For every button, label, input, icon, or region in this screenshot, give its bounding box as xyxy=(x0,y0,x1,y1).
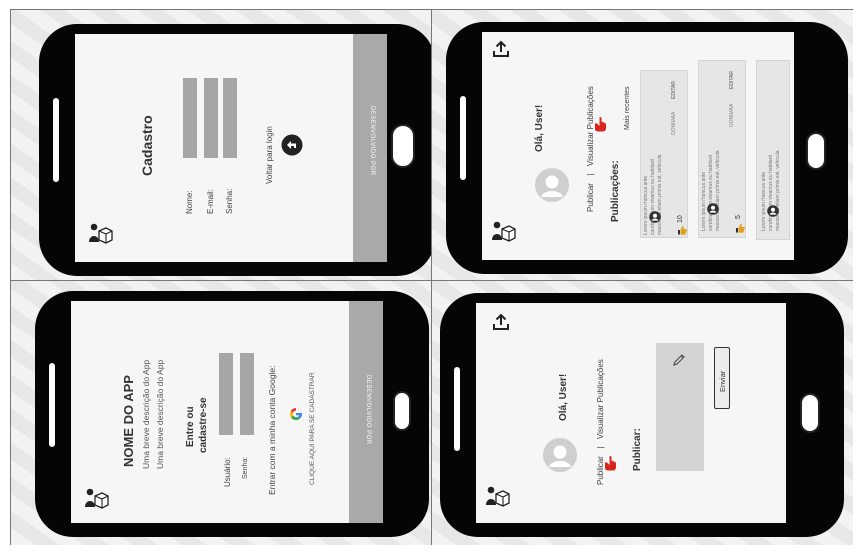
senha-field[interactable] xyxy=(223,78,237,158)
phone-frame: Olá, User! Publicar | Visualizar Publica… xyxy=(440,293,844,537)
pointer-hand-icon xyxy=(592,116,608,132)
section-title: Publicar: xyxy=(632,428,643,471)
google-login-label: Entrar com a minha conta Google: xyxy=(267,365,277,495)
post-user: DONIMAA xyxy=(671,111,677,135)
post-card[interactable]: Lorem ipsum rhoncus ante condimentum viv… xyxy=(640,70,688,238)
publish-screen: Olá, User! Publicar | Visualizar Publica… xyxy=(476,303,786,523)
login-panel: NOME DO APP Uma breve descrição do App U… xyxy=(11,281,431,545)
nav-wrap: Publicar | Visualizar Publicações xyxy=(580,86,598,212)
post-textarea[interactable] xyxy=(656,343,704,471)
post-text-wrap: Lorem ipsum rhoncus ante condimentum viv… xyxy=(761,141,782,231)
like-count: 5 xyxy=(735,215,742,219)
like-count: 10 xyxy=(677,215,684,223)
phone-frame: NOME DO APP Uma breve descrição do App U… xyxy=(35,291,429,537)
user-avatar-icon xyxy=(767,205,779,217)
app-logo-icon xyxy=(83,485,109,511)
email-label: E-mail: xyxy=(206,189,215,214)
app-logo-icon xyxy=(484,483,510,509)
app-description: Uma breve descrição do App xyxy=(141,359,151,469)
senha-label: Senha: xyxy=(242,456,249,479)
app-name: NOME DO APP xyxy=(121,375,136,467)
phone-home-button[interactable] xyxy=(391,124,415,168)
phone-home-button[interactable] xyxy=(806,132,826,170)
usuario-field[interactable] xyxy=(219,353,233,435)
section-title: Publicações: xyxy=(610,160,621,222)
upload-icon[interactable] xyxy=(492,313,510,331)
send-button[interactable]: Enviar xyxy=(714,347,730,409)
nome-field[interactable] xyxy=(183,78,197,158)
grid-divider xyxy=(431,9,432,545)
login-heading: cadastre-se xyxy=(198,397,209,453)
login-screen: NOME DO APP Uma breve descrição do App U… xyxy=(71,301,383,523)
senha-field[interactable] xyxy=(240,353,254,435)
post-text-wrap: Lorem ipsum rhoncus ante condimentum viv… xyxy=(701,141,722,231)
back-to-login-link[interactable]: Voltar para login xyxy=(265,126,274,184)
phone-speaker xyxy=(53,98,59,182)
publish-panel: Olá, User! Publicar | Visualizar Publica… xyxy=(432,281,853,545)
feed-screen: Olá, User! Publicar | Visualizar Publica… xyxy=(482,32,794,260)
cadastro-screen: Cadastro Nome: E-mail: Senha: Voltar par… xyxy=(75,34,387,262)
edit-link[interactable]: EDITAR xyxy=(671,81,677,99)
thumbs-up-icon[interactable] xyxy=(677,225,687,235)
phone-home-button[interactable] xyxy=(393,391,411,431)
cadastro-panel: Cadastro Nome: E-mail: Senha: Voltar par… xyxy=(11,10,431,280)
nav-visualizar-link[interactable]: Visualizar Publicações xyxy=(596,359,605,439)
footer-bar: DESENVOLVIDO POR xyxy=(349,301,383,523)
phone-speaker xyxy=(460,96,466,180)
usuario-label: Usuário: xyxy=(223,457,232,487)
app-logo-icon xyxy=(87,220,113,246)
sort-dropdown[interactable]: Mais recentes xyxy=(624,86,631,130)
google-icon[interactable] xyxy=(289,407,303,421)
greeting: Olá, User! xyxy=(558,373,569,421)
send-button-label: Enviar xyxy=(718,370,727,392)
phone-speaker xyxy=(49,363,55,447)
phone-frame: Cadastro Nome: E-mail: Senha: Voltar par… xyxy=(39,24,431,276)
avatar-icon xyxy=(534,167,570,203)
pencil-icon xyxy=(673,354,685,366)
nome-label: Nome: xyxy=(185,190,194,214)
footer-bar: DESENVOLVIDO POR xyxy=(353,34,387,262)
nav-separator: | xyxy=(586,173,595,176)
app-logo-icon xyxy=(490,218,516,244)
edit-link[interactable]: EDITAR xyxy=(729,71,735,89)
post-text: Lorem ipsum rhoncus ante condimentum viv… xyxy=(701,150,721,231)
footer-text: DESENVOLVIDO POR xyxy=(365,375,371,445)
senha-label: Senha: xyxy=(225,188,234,214)
post-card[interactable]: Lorem ipsum rhoncus ante condimentum viv… xyxy=(698,60,746,238)
back-arrow-icon[interactable] xyxy=(281,134,303,156)
signup-link[interactable]: CLIQUE AQUI PARA SE CADASTRAR xyxy=(309,372,316,485)
app-description: Uma breve descrição do App xyxy=(155,359,165,469)
page-title: Cadastro xyxy=(139,115,155,176)
phone-speaker xyxy=(454,367,460,451)
greeting: Olá, User! xyxy=(534,104,545,152)
phone-frame: Olá, User! Publicar | Visualizar Publica… xyxy=(446,22,848,274)
pointer-hand-icon xyxy=(602,455,618,471)
post-text: Lorem ipsum rhoncus ante condimentum viv… xyxy=(761,150,781,231)
footer-text: DESENVOLVIDO POR xyxy=(369,106,375,176)
nav-publicar-link[interactable]: Publicar xyxy=(586,183,595,212)
feed-panel: Olá, User! Publicar | Visualizar Publica… xyxy=(432,10,853,280)
nav-separator: | xyxy=(596,446,605,449)
upload-icon[interactable] xyxy=(492,40,510,58)
avatar-icon xyxy=(542,437,578,473)
grid-divider xyxy=(10,280,853,281)
user-avatar-icon xyxy=(649,211,661,223)
email-field[interactable] xyxy=(204,78,218,158)
login-heading: Entre ou xyxy=(185,406,196,447)
thumbs-up-icon[interactable] xyxy=(735,223,745,233)
post-user: DONIMAA xyxy=(729,103,735,127)
post-card[interactable]: Lorem ipsum rhoncus ante condimentum viv… xyxy=(756,60,790,240)
user-avatar-icon xyxy=(707,203,719,215)
phone-home-button[interactable] xyxy=(800,393,820,433)
